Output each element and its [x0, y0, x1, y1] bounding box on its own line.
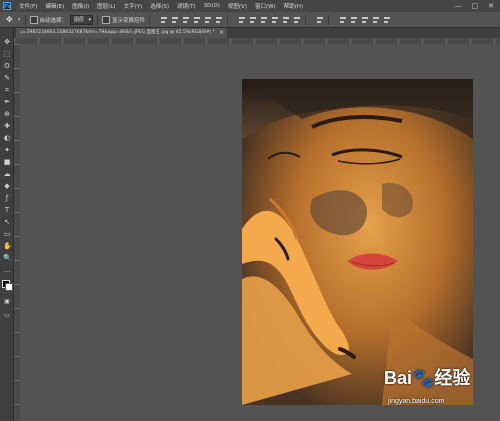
clone-stamp-tool-icon[interactable]: ◐	[3, 134, 11, 142]
eyedropper-tool-icon[interactable]: ✒	[3, 98, 11, 106]
auto-select-dropdown[interactable]: 图层	[70, 14, 94, 25]
align-bottom-icon[interactable]	[182, 16, 190, 24]
divider	[97, 14, 99, 25]
menu-window[interactable]: 窗口(W)	[251, 2, 280, 10]
3d-roll-icon[interactable]	[350, 16, 358, 24]
move-tool-icon[interactable]: ✥	[3, 38, 11, 46]
watermark-url: jingyan.baidu.com	[388, 398, 445, 405]
maximize-icon[interactable]: □	[472, 2, 479, 10]
auto-align-icon[interactable]	[316, 16, 324, 24]
gradient-tool-icon[interactable]: ☁	[3, 170, 11, 178]
screen-mode-icon[interactable]: ▭	[3, 312, 11, 320]
distribute-vcenter-icon[interactable]	[249, 16, 257, 24]
divider	[328, 14, 330, 25]
healing-brush-tool-icon[interactable]: ⊕	[3, 110, 11, 118]
distribute-hcenter-icon[interactable]	[282, 16, 290, 24]
menu-view[interactable]: 视图(V)	[224, 2, 251, 10]
show-transform-label: 显示变换控件	[112, 17, 146, 24]
distribute-top-icon[interactable]	[238, 16, 246, 24]
path-select-tool-icon[interactable]: ↖	[3, 218, 11, 226]
menu-help[interactable]: 帮助(H)	[280, 2, 307, 10]
background-color-swatch[interactable]	[5, 283, 13, 291]
divider	[149, 14, 151, 25]
auto-align-buttons	[316, 16, 324, 24]
lasso-tool-icon[interactable]: ʘ	[3, 62, 11, 70]
distribute-right-icon[interactable]	[293, 16, 301, 24]
rectangle-tool-icon[interactable]: ▭	[3, 230, 11, 238]
chevron-down-icon[interactable]: ▾	[18, 17, 21, 23]
menu-filter[interactable]: 滤镜(T)	[173, 2, 200, 10]
3d-drag-icon[interactable]	[361, 16, 369, 24]
dodge-tool-icon[interactable]: ƒ	[3, 194, 11, 202]
crop-tool-icon[interactable]: ⌗	[3, 86, 11, 94]
minimize-icon[interactable]: —	[455, 2, 462, 10]
divider	[305, 14, 307, 25]
divider	[24, 14, 26, 25]
distribute-bottom-icon[interactable]	[260, 16, 268, 24]
brush-tool-icon[interactable]: ✚	[3, 122, 11, 130]
eraser-tool-icon[interactable]: ■	[3, 158, 11, 166]
blur-tool-icon[interactable]: ◆	[3, 182, 11, 190]
hand-tool-icon[interactable]: ✋	[3, 242, 12, 250]
quick-select-tool-icon[interactable]: ✎	[3, 74, 11, 82]
document-tab[interactable]: u=2987234663,1586327687&fm=79&app=86&f=J…	[16, 28, 228, 38]
text-tool-icon[interactable]: T	[3, 206, 11, 214]
auto-select-label: 自动选择：	[39, 17, 68, 24]
watermark-logo: Bai🐾经验	[384, 368, 471, 388]
show-transform-checkbox[interactable]	[102, 15, 111, 24]
align-top-icon[interactable]	[160, 16, 168, 24]
distribute-left-icon[interactable]	[271, 16, 279, 24]
align-buttons	[160, 16, 223, 24]
close-icon[interactable]: ✕	[488, 2, 494, 10]
3d-orbit-icon[interactable]	[339, 16, 347, 24]
menu-file[interactable]: 文件(F)	[15, 2, 41, 10]
document-image[interactable]	[242, 79, 473, 405]
more-tools-icon[interactable]: …	[3, 266, 11, 274]
divider	[227, 14, 229, 25]
marquee-tool-icon[interactable]: ⬚	[3, 50, 11, 58]
menu-image[interactable]: 图像(I)	[68, 2, 93, 10]
menu-edit[interactable]: 编辑(E)	[41, 2, 68, 10]
3d-scale-icon[interactable]	[383, 16, 391, 24]
move-tool-icon[interactable]: ✥	[6, 15, 18, 24]
align-right-icon[interactable]	[215, 16, 223, 24]
baidu-jingyan-watermark: Bai🐾经验 jingyan.baidu.com	[380, 362, 498, 414]
menu-layer[interactable]: 图层(L)	[93, 2, 119, 10]
portrait-image	[242, 79, 473, 405]
align-left-icon[interactable]	[193, 16, 201, 24]
3d-mode-buttons	[339, 16, 391, 24]
menu-select[interactable]: 选择(S)	[146, 2, 173, 10]
menu-3d[interactable]: 3D(D)	[200, 3, 224, 9]
tools-panel: ✥ ⬚ ʘ ✎ ⌗ ✒ ⊕ ✚ ◐ ✦ ■ ☁ ◆ ƒ T ↖ ▭ ✋ 🔍 … …	[0, 28, 14, 421]
menu-bar: Ps 文件(F) 编辑(E) 图像(I) 图层(L) 文字(Y) 选择(S) 滤…	[0, 0, 500, 12]
close-icon[interactable]: ×	[219, 28, 224, 38]
document-tab-title: u=2987234663,1586327687&fm=79&app=86&f=J…	[20, 30, 216, 35]
menu-type[interactable]: 文字(Y)	[120, 2, 147, 10]
auto-select-checkbox[interactable]	[29, 15, 38, 24]
quick-mask-icon[interactable]: ▣	[3, 298, 11, 306]
options-bar: ✥ ▾ 自动选择： 图层 显示变换控件	[0, 12, 500, 28]
3d-slide-icon[interactable]	[372, 16, 380, 24]
window-controls: — □ ✕	[455, 2, 500, 10]
history-brush-tool-icon[interactable]: ✦	[3, 146, 11, 154]
photoshop-logo: Ps	[3, 2, 11, 10]
zoom-tool-icon[interactable]: 🔍	[3, 254, 12, 262]
align-hcenter-icon[interactable]	[204, 16, 212, 24]
distribute-buttons	[238, 16, 301, 24]
align-vcenter-icon[interactable]	[171, 16, 179, 24]
